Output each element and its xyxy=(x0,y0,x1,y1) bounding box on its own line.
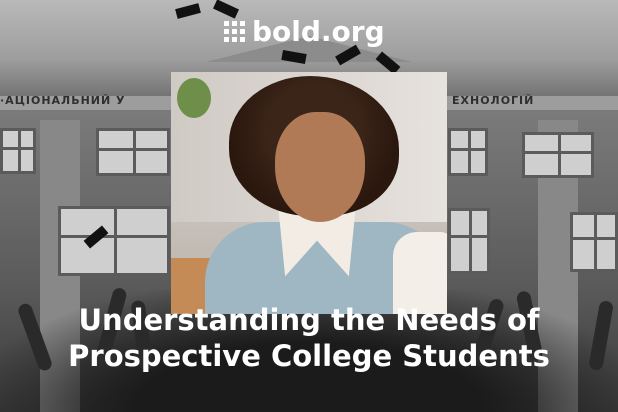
building-window xyxy=(448,128,488,176)
logo-text: bold.org xyxy=(252,15,385,48)
building-sign-left: ·АЦІОНАЛЬНИЙ У xyxy=(0,94,126,107)
hero-banner: ·АЦІОНАЛЬНИЙ У ЕХНОЛОГІЙ bold.org Unders… xyxy=(0,0,618,412)
building-window xyxy=(448,208,490,274)
article-headline: Understanding the Needs of Prospective C… xyxy=(0,302,618,374)
headline-line-1: Understanding the Needs of xyxy=(78,303,540,337)
plant-decor xyxy=(177,78,211,118)
headline-line-2: Prospective College Students xyxy=(68,339,550,373)
student-face xyxy=(275,112,365,222)
grid-dots-icon xyxy=(224,21,246,43)
building-window xyxy=(58,206,170,276)
bold-org-logo[interactable]: bold.org xyxy=(224,18,385,46)
student-photo xyxy=(171,72,447,314)
building-sign-right: ЕХНОЛОГІЙ xyxy=(452,94,535,107)
building-window xyxy=(522,132,594,178)
building-window xyxy=(570,212,618,272)
building-window xyxy=(96,128,170,176)
building-window xyxy=(0,128,36,174)
